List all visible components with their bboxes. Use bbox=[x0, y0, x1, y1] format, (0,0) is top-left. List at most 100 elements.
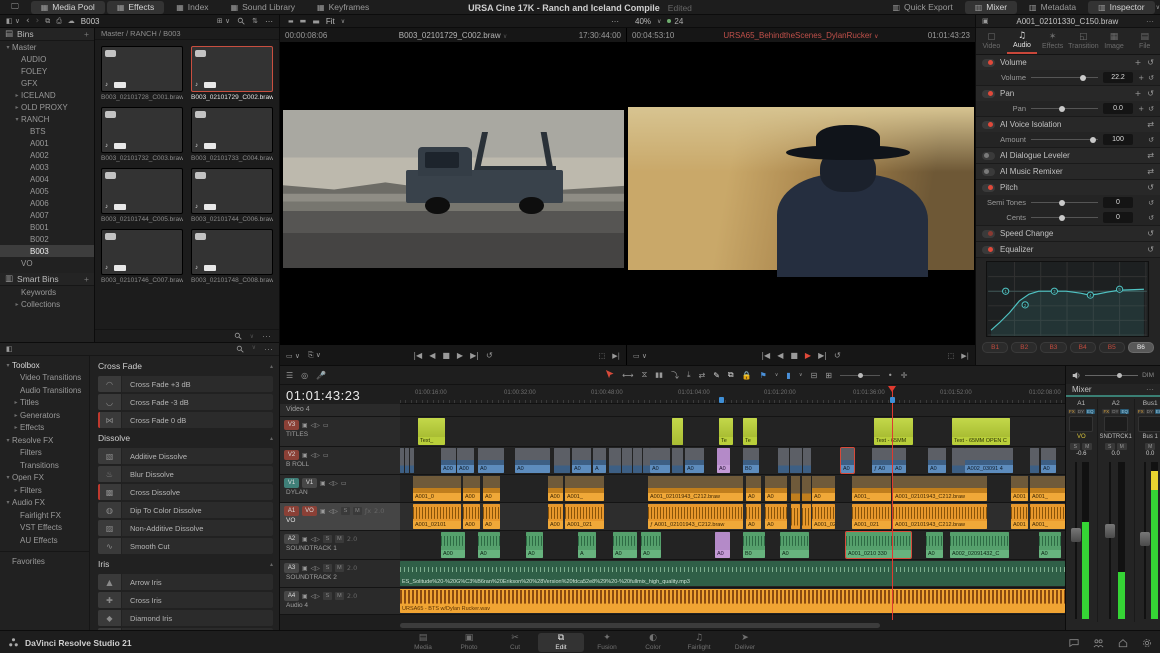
track-header-vo[interactable]: A1VO▣◁▷SMƒx2.0VO bbox=[280, 503, 400, 531]
section-header[interactable]: Pan+↺ bbox=[976, 86, 1160, 101]
fx-tree-filters[interactable]: ▸Filters bbox=[0, 484, 89, 497]
toggle-equalizer[interactable] bbox=[982, 246, 995, 254]
fx-item-cross-fade-0-db[interactable]: ⋈Cross Fade 0 dB bbox=[98, 412, 273, 428]
inspector-options-icon[interactable]: ⋯ bbox=[1146, 17, 1154, 26]
fader-handle[interactable] bbox=[1105, 524, 1115, 538]
breadcrumb[interactable]: Master / RANCH / B003 bbox=[95, 28, 279, 40]
timeline-clip[interactable]: A00 bbox=[548, 504, 563, 529]
chip-fx[interactable]: FX bbox=[1068, 409, 1076, 414]
timeline-clip[interactable] bbox=[790, 448, 802, 473]
fx-item-additive-dissolve[interactable]: ▧Additive Dissolve bbox=[98, 448, 273, 464]
timeline-clip[interactable] bbox=[802, 476, 811, 501]
track-lane-audio-4[interactable]: URSA65 - BTS w/Dylan Rucker.wav bbox=[400, 588, 1065, 615]
timeline-clip[interactable] bbox=[672, 448, 683, 473]
relink-icon[interactable]: ⧉ bbox=[45, 17, 50, 26]
lock-icon[interactable]: ▣ bbox=[320, 480, 326, 487]
section-header[interactable]: AI Voice Isolation⇄ bbox=[976, 117, 1160, 132]
toggle-volume[interactable] bbox=[982, 59, 995, 67]
fx-tree-au-effects[interactable]: AU Effects bbox=[0, 534, 89, 547]
timeline-clip[interactable]: A002_02091432_C bbox=[950, 532, 1009, 558]
fx-group-cross-fade[interactable]: Cross Fade▴ bbox=[98, 358, 273, 374]
expander-icon[interactable]: ▸ bbox=[12, 487, 20, 494]
fx-tree-transitions[interactable]: Transitions bbox=[0, 459, 89, 472]
settings-icon[interactable]: ⇄ bbox=[1147, 167, 1154, 176]
pan-control[interactable] bbox=[1138, 416, 1160, 432]
fader-handle[interactable] bbox=[1071, 528, 1081, 542]
cinema-mode-icon[interactable]: ⬚ bbox=[948, 352, 955, 360]
timeline-clip[interactable] bbox=[643, 448, 650, 473]
param-value[interactable]: 100 bbox=[1103, 134, 1133, 145]
track-lane-vo[interactable]: A001_02101A00A0A00A001_021ƒ A001_0210194… bbox=[400, 503, 1065, 531]
param-value[interactable]: 0 bbox=[1103, 212, 1133, 223]
timeline-marker[interactable] bbox=[719, 397, 724, 403]
toggle-pan[interactable] bbox=[982, 90, 995, 98]
timeline-clip[interactable]: A001_021 bbox=[565, 504, 604, 529]
reset-icon[interactable]: ↺ bbox=[1148, 199, 1154, 207]
lock-icon[interactable]: ▣ bbox=[302, 565, 308, 572]
timeline-clip[interactable] bbox=[405, 448, 409, 473]
autoselect-icon[interactable]: ◁▷ bbox=[329, 508, 338, 515]
mixer-options-icon[interactable]: ⋯ bbox=[1146, 385, 1154, 394]
timeline-view-options-icon[interactable]: ☰ bbox=[286, 371, 293, 380]
track-lane-b-roll[interactable]: A00A00A0A0A0AA0A0A0B0A0ƒ A0A0A0A002_0309… bbox=[400, 447, 1065, 475]
timeline-scrollbar[interactable] bbox=[400, 623, 880, 628]
timeline-clip[interactable] bbox=[622, 448, 632, 473]
bin-b002[interactable]: B002 bbox=[0, 233, 94, 245]
pan-control[interactable] bbox=[1069, 416, 1093, 432]
timeline-clip[interactable]: A bbox=[578, 532, 596, 558]
goto-out-icon[interactable]: ▶| bbox=[961, 352, 969, 360]
page-tab-media[interactable]: ▤Media bbox=[400, 631, 446, 653]
tab-audio[interactable]: ♫Audio bbox=[1007, 28, 1038, 54]
bin-a003[interactable]: A003 bbox=[0, 161, 94, 173]
timeline-clip[interactable]: A00 bbox=[463, 504, 480, 529]
mixer-strip-bus1[interactable]: Bus1FXDYEQBus 1M0.0 bbox=[1135, 399, 1160, 622]
toggle-ai-voice-isolation[interactable] bbox=[982, 121, 995, 129]
expander-icon[interactable]: ▸ bbox=[12, 399, 20, 406]
timeline-clip[interactable]: A0 bbox=[1039, 532, 1061, 558]
timeline-clip[interactable]: A001 bbox=[1011, 476, 1028, 501]
timeline-clip[interactable] bbox=[803, 448, 811, 473]
track-badge-a2[interactable]: A2 bbox=[284, 534, 299, 544]
media-clip[interactable]: ♪B003_02101748_C008.braw bbox=[191, 229, 273, 284]
timeline-zoom-select[interactable]: 40% bbox=[635, 17, 651, 26]
settings-icon[interactable] bbox=[1142, 638, 1152, 648]
back-icon[interactable]: ‹ bbox=[26, 16, 30, 26]
timeline-clip[interactable] bbox=[554, 448, 570, 473]
timeline-clip[interactable] bbox=[802, 504, 811, 529]
media-clip[interactable]: ♪B003_02101728_C001.braw bbox=[101, 46, 183, 101]
timeline-clip[interactable]: A001_0210 330 bbox=[846, 532, 911, 558]
track-badge-a4[interactable]: A4 bbox=[284, 591, 299, 601]
param-slider-cents[interactable] bbox=[1031, 217, 1098, 218]
reset-icon[interactable]: ↺ bbox=[1148, 214, 1154, 222]
timeline-clip[interactable] bbox=[791, 504, 800, 529]
panel-layout-icon[interactable]: ◧ ∨ bbox=[6, 17, 20, 25]
add-keyframe-icon[interactable]: + bbox=[1138, 105, 1144, 113]
lock-icon[interactable]: ▣ bbox=[302, 452, 308, 459]
solo-button[interactable]: S bbox=[323, 592, 332, 600]
expander-icon[interactable]: ▸ bbox=[13, 301, 21, 308]
chip-fx[interactable]: FX bbox=[1137, 409, 1145, 414]
fx-tree-resolve-fx[interactable]: ▾Resolve FX bbox=[0, 434, 89, 447]
slider-knob[interactable] bbox=[1059, 215, 1065, 221]
expander-icon[interactable]: ▾ bbox=[4, 499, 12, 506]
chevron-down-icon[interactable]: ∨ bbox=[1156, 4, 1160, 11]
expander-icon[interactable]: ▸ bbox=[13, 92, 21, 99]
fx-item-diamond-iris[interactable]: ◆Diamond Iris bbox=[98, 610, 273, 626]
bin-old-proxy[interactable]: ▸OLD PROXY bbox=[0, 101, 94, 113]
slider-knob[interactable] bbox=[1080, 75, 1086, 81]
chat-icon[interactable] bbox=[1069, 638, 1079, 648]
add-keyframe-icon[interactable]: + bbox=[1135, 58, 1142, 67]
top-button-effects[interactable]: ▦Effects bbox=[107, 1, 164, 14]
lock-icon[interactable]: 🔒 bbox=[742, 371, 752, 380]
pan-control[interactable] bbox=[1104, 416, 1128, 432]
speaker-icon[interactable] bbox=[1072, 371, 1081, 380]
toggle-pitch[interactable] bbox=[982, 184, 995, 192]
section-header[interactable]: AI Music Remixer⇄ bbox=[976, 164, 1160, 179]
timeline-clip[interactable]: A002_03091 4 bbox=[965, 448, 1013, 473]
bin-b003[interactable]: B003 bbox=[0, 245, 94, 257]
chevron-down-icon[interactable]: ∨ bbox=[775, 372, 779, 378]
mute-button[interactable]: M bbox=[1145, 443, 1155, 450]
autoselect-icon[interactable]: ◁▷ bbox=[311, 452, 320, 459]
mixer-strip-a2[interactable]: A2FXDYEQSNDTRCK1SM0.0 bbox=[1098, 399, 1135, 622]
track-lane-dylan[interactable]: A001_0A00A0A00A001_A001_02101943_C212.br… bbox=[400, 475, 1065, 503]
